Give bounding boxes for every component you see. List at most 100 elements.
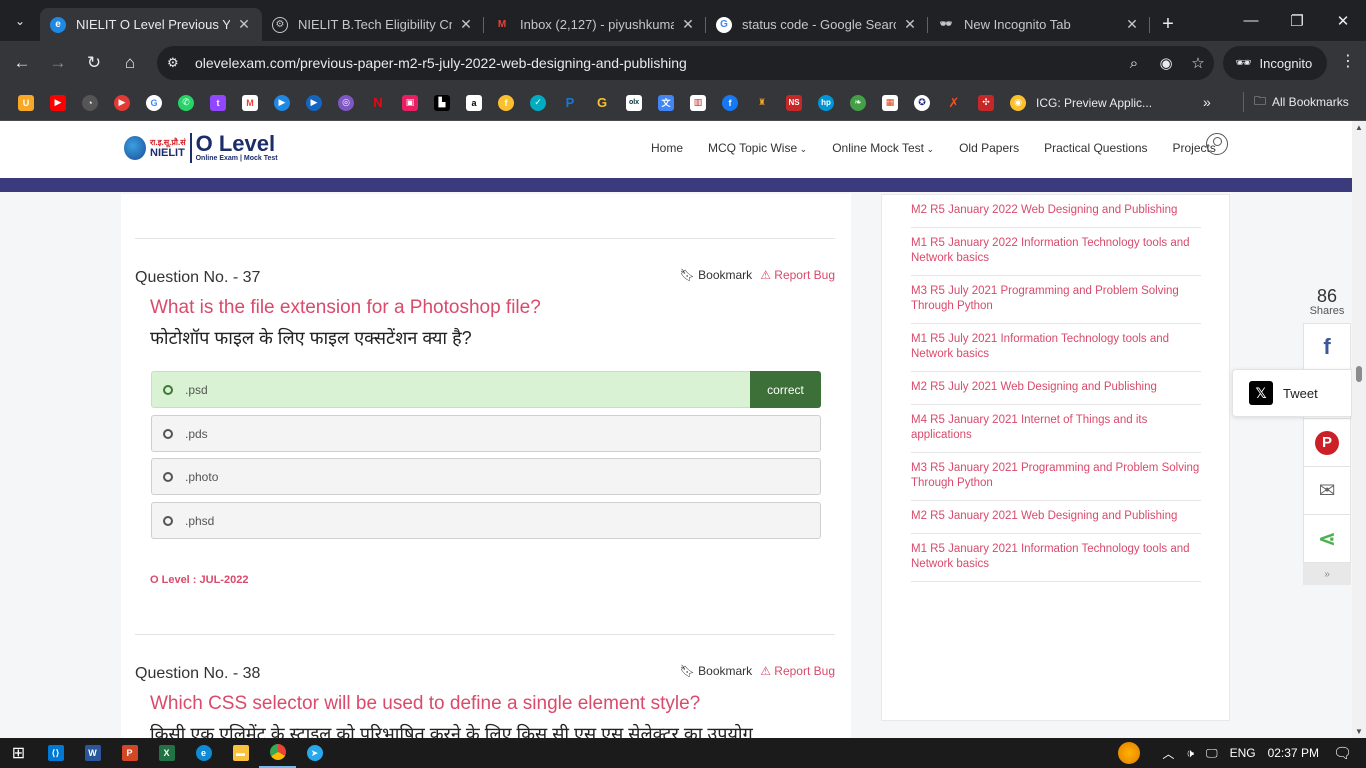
close-tab-icon[interactable]: ✕ xyxy=(902,16,918,33)
close-tab-icon[interactable]: ✕ xyxy=(458,16,474,33)
facebook-icon[interactable]: f xyxy=(722,94,738,111)
file-explorer-icon[interactable]: ▬ xyxy=(222,738,259,768)
scroll-thumb[interactable] xyxy=(1356,366,1362,382)
badge-icon[interactable]: ◎ xyxy=(338,94,354,111)
user-account-icon[interactable] xyxy=(1206,133,1228,155)
list-item[interactable]: M4 R5 January 2021 Internet of Things an… xyxy=(911,405,1201,453)
play-icon[interactable]: ▶ xyxy=(274,94,290,111)
google-icon[interactable]: G xyxy=(146,94,162,111)
close-tab-icon[interactable]: ✕ xyxy=(236,16,252,33)
new-tab-button[interactable]: + xyxy=(1150,8,1186,41)
browser-menu-icon[interactable]: ⋮ xyxy=(1340,51,1356,71)
x-mark-icon[interactable]: ✗ xyxy=(946,94,962,111)
bookmark-icg[interactable]: ICG: Preview Applic... xyxy=(1036,96,1152,110)
list-item[interactable]: M2 R5 July 2021 Web Designing and Publis… xyxy=(911,372,1201,405)
site-logo[interactable]: रा.इ.सू.प्रौ.सं NIELIT O Level Online Ex… xyxy=(124,132,278,163)
scroll-down-icon[interactable]: ▼ xyxy=(1355,727,1363,736)
flipkart-icon[interactable]: f xyxy=(498,94,514,111)
telegram-icon[interactable]: ➤ xyxy=(296,738,333,768)
list-item[interactable]: M2 R5 January 2022 Web Designing and Pub… xyxy=(911,195,1201,228)
language-indicator[interactable]: ENG xyxy=(1230,746,1256,760)
back-arrow-icon[interactable]: ← xyxy=(4,45,40,81)
whatsapp-icon[interactable]: ✆ xyxy=(178,94,194,111)
email-share-icon[interactable]: ✉ xyxy=(1303,467,1351,515)
powerpoint-icon[interactable]: P xyxy=(111,738,148,768)
list-item[interactable]: M1 R5 January 2021 Information Technolog… xyxy=(911,534,1201,582)
close-window-icon[interactable]: ✕ xyxy=(1320,0,1366,41)
seal-icon[interactable]: ✪ xyxy=(914,94,930,111)
report-bug-button[interactable]: ⚠ Report Bug xyxy=(760,268,835,282)
edge-icon[interactable]: e xyxy=(185,738,222,768)
tab-olevel[interactable]: e NIELIT O Level Previous Year ✕ xyxy=(40,8,262,41)
excel-icon[interactable]: X xyxy=(148,738,185,768)
tab-new-incognito[interactable]: 🕶 New Incognito Tab ✕ xyxy=(928,8,1150,41)
notifications-icon[interactable]: 🗨 xyxy=(1333,744,1352,762)
portal-icon[interactable]: ▦ xyxy=(882,94,898,111)
volume-icon[interactable]: 🕩 xyxy=(1186,746,1194,761)
clock[interactable]: 02:37 PM xyxy=(1268,746,1319,760)
share-more-icon[interactable]: ⋖ xyxy=(1303,515,1351,563)
tab-nielit-btech[interactable]: ⚙ NIELIT B.Tech Eligibility Criter ✕ xyxy=(262,8,484,41)
reload-icon[interactable]: ↻ xyxy=(76,45,112,81)
minimize-icon[interactable]: — xyxy=(1228,0,1274,41)
page-scrollbar[interactable]: ▲ ▼ xyxy=(1352,121,1366,738)
chrome-icon[interactable] xyxy=(259,738,296,768)
close-tab-icon[interactable]: ✕ xyxy=(680,16,696,33)
nav-home[interactable]: Home xyxy=(651,141,683,155)
weather-icon[interactable] xyxy=(1118,742,1141,764)
close-tab-icon[interactable]: ✕ xyxy=(1124,16,1140,33)
emblem-icon[interactable]: ♜ xyxy=(754,94,770,111)
speedometer-icon[interactable]: ◔ xyxy=(82,94,98,111)
restore-icon[interactable]: ❐ xyxy=(1274,0,1320,41)
collapse-share-button[interactable]: » xyxy=(1303,563,1351,585)
news-icon[interactable]: ▙ xyxy=(434,94,450,111)
bank-icon[interactable]: ▥ xyxy=(690,94,706,111)
report-bug-button[interactable]: ⚠ Report Bug xyxy=(760,664,835,678)
option-correct[interactable]: .psd correct xyxy=(151,371,821,408)
nav-old-papers[interactable]: Old Papers xyxy=(959,141,1019,155)
tab-gmail[interactable]: M Inbox (2,127) - piyushkumar ✕ xyxy=(484,8,706,41)
windows-start-icon[interactable]: ⊞ xyxy=(0,738,37,768)
zoom-icon[interactable]: ⌕ xyxy=(1118,55,1150,72)
leaf-icon[interactable]: ❧ xyxy=(850,94,866,111)
g-letter-icon[interactable]: G xyxy=(594,94,610,111)
all-bookmarks-button[interactable]: 🗀 All Bookmarks xyxy=(1243,92,1349,112)
nav-online-mock-test[interactable]: Online Mock Test xyxy=(832,141,934,155)
list-item[interactable]: M1 R5 January 2022 Information Technolog… xyxy=(911,228,1201,276)
tracking-eye-icon[interactable]: ◉ xyxy=(1150,54,1182,72)
pinterest-share-icon[interactable]: P xyxy=(1303,419,1351,467)
video-icon[interactable]: ▶ xyxy=(306,94,322,111)
tab-google-search[interactable]: G status code - Google Search ✕ xyxy=(706,8,928,41)
olx-icon[interactable]: olx xyxy=(626,94,642,111)
bookmark-button[interactable]: 🔖︎ Bookmark xyxy=(680,268,753,282)
netflix-icon[interactable]: N xyxy=(370,94,386,111)
site-info-icon[interactable]: ⚙ xyxy=(167,55,191,71)
list-item[interactable]: M2 R5 January 2021 Web Designing and Pub… xyxy=(911,501,1201,534)
option[interactable]: .pds xyxy=(151,415,821,452)
tab-search-button[interactable]: ⌄ xyxy=(0,0,40,41)
home-icon[interactable]: ⌂ xyxy=(112,45,148,81)
word-icon[interactable]: W xyxy=(74,738,111,768)
vscode-icon[interactable]: ⟨⟩ xyxy=(37,738,74,768)
list-item[interactable]: M3 R5 January 2021 Programming and Probl… xyxy=(911,453,1201,501)
media-player-icon[interactable]: ▶ xyxy=(114,94,130,111)
gmail-icon[interactable]: M xyxy=(242,94,258,111)
forward-arrow-icon[interactable]: → xyxy=(40,45,76,81)
bookmark-star-icon[interactable]: ☆ xyxy=(1182,54,1214,72)
network-icon[interactable]: 🖵 xyxy=(1206,746,1218,761)
tweet-button[interactable]: 𝕏 Tweet xyxy=(1232,369,1352,417)
amazon-icon[interactable]: a xyxy=(466,94,482,111)
address-bar[interactable]: ⚙ olevelexam.com/previous-paper-m2-r5-ju… xyxy=(157,46,1214,80)
url-text[interactable]: olevelexam.com/previous-paper-m2-r5-july… xyxy=(195,55,1118,71)
list-item[interactable]: M1 R5 July 2021 Information Technology t… xyxy=(911,324,1201,372)
bookmark-icon[interactable]: U xyxy=(18,94,34,111)
paypal-icon[interactable]: P xyxy=(562,94,578,111)
youtube-icon[interactable]: ▶ xyxy=(50,94,66,111)
check-icon[interactable]: ✓ xyxy=(530,94,546,111)
grid-icon[interactable]: ✣ xyxy=(978,94,994,111)
scroll-up-icon[interactable]: ▲ xyxy=(1355,123,1363,132)
tv-icon[interactable]: ▣ xyxy=(402,94,418,111)
more-bookmarks-icon[interactable]: » xyxy=(1203,94,1211,110)
twitch-icon[interactable]: t xyxy=(210,94,226,111)
question-tag[interactable]: O Level : JUL-2022 xyxy=(150,574,248,586)
